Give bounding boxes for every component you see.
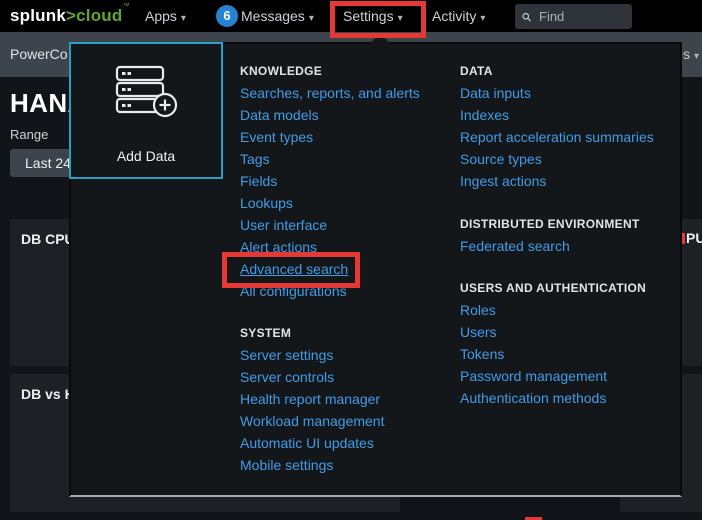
panel-title: PU L xyxy=(686,230,702,246)
apps-menu-label: Apps xyxy=(145,8,177,24)
menu-item-roles[interactable]: Roles xyxy=(460,299,682,321)
annotation-box-settings xyxy=(330,1,426,38)
menu-item-source-types[interactable]: Source types xyxy=(460,148,682,170)
chevron-down-icon: ▾ xyxy=(694,51,699,62)
find-search-box[interactable] xyxy=(515,4,632,29)
chevron-down-icon: ▾ xyxy=(309,13,314,24)
add-data-card[interactable]: Add Data xyxy=(69,42,223,179)
menu-item-password-management[interactable]: Password management xyxy=(460,365,682,387)
annotation-box-advanced-search xyxy=(222,252,360,288)
menu-item-fields[interactable]: Fields xyxy=(240,170,458,192)
settings-dropdown-menu: Add Data KNOWLEDGE Searches, reports, an… xyxy=(69,42,682,497)
menu-item-tokens[interactable]: Tokens xyxy=(460,343,682,365)
section-header-users-and-authentication: USERS AND AUTHENTICATION xyxy=(460,277,682,299)
menu-item-workload-management[interactable]: Workload management xyxy=(240,410,458,432)
messages-count-badge: 6 xyxy=(216,5,238,27)
logo-splunk-text: splunk xyxy=(10,6,66,25)
splunk-cloud-logo[interactable]: splunk>cloud™ xyxy=(10,0,130,32)
range-label: Range xyxy=(10,127,48,142)
menu-item-ingest-actions[interactable]: Ingest actions xyxy=(460,170,682,192)
menu-item-indexes[interactable]: Indexes xyxy=(460,104,682,126)
menu-item-tags[interactable]: Tags xyxy=(240,148,458,170)
menu-item-server-controls[interactable]: Server controls xyxy=(240,366,458,388)
section-header-knowledge: KNOWLEDGE xyxy=(240,60,458,82)
menu-item-automatic-ui-updates[interactable]: Automatic UI updates xyxy=(240,432,458,454)
chevron-down-icon: ▾ xyxy=(181,13,186,24)
activity-menu-label: Activity xyxy=(432,8,476,24)
menu-item-event-types[interactable]: Event types xyxy=(240,126,458,148)
menu-item-user-interface[interactable]: User interface xyxy=(240,214,458,236)
chevron-down-icon: ▾ xyxy=(480,13,485,24)
menu-item-searches-reports-alerts[interactable]: Searches, reports, and alerts xyxy=(240,82,458,104)
menu-item-authentication-methods[interactable]: Authentication methods xyxy=(460,387,682,409)
menu-item-federated-search[interactable]: Federated search xyxy=(460,235,682,257)
logo-trademark: ™ xyxy=(122,3,129,10)
logo-cloud-text: cloud xyxy=(76,6,122,25)
menu-item-mobile-settings[interactable]: Mobile settings xyxy=(240,454,458,476)
activity-menu[interactable]: Activity ▾ xyxy=(432,0,485,32)
find-search-input[interactable] xyxy=(537,8,625,25)
menu-item-server-settings[interactable]: Server settings xyxy=(240,344,458,366)
menu-item-users[interactable]: Users xyxy=(460,321,682,343)
messages-menu[interactable]: Messages ▾ xyxy=(241,0,314,32)
red-fragment xyxy=(682,233,685,244)
app-name-fragment[interactable]: PowerCo xyxy=(10,32,68,77)
menu-item-data-models[interactable]: Data models xyxy=(240,104,458,126)
menu-item-report-acceleration-summaries[interactable]: Report acceleration summaries xyxy=(460,126,682,148)
add-data-label: Add Data xyxy=(71,148,221,164)
menu-item-data-inputs[interactable]: Data inputs xyxy=(460,82,682,104)
add-data-icon xyxy=(113,65,179,119)
menu-item-lookups[interactable]: Lookups xyxy=(240,192,458,214)
messages-menu-label: Messages xyxy=(241,8,305,24)
menu-column-2: DATA Data inputs Indexes Report accelera… xyxy=(460,60,682,409)
section-header-distributed-environment: DISTRIBUTED ENVIRONMENT xyxy=(460,213,682,235)
apps-menu[interactable]: Apps ▾ xyxy=(145,0,186,32)
section-header-system: SYSTEM xyxy=(240,322,458,344)
menu-item-health-report-manager[interactable]: Health report manager xyxy=(240,388,458,410)
section-header-data: DATA xyxy=(460,60,682,82)
logo-chevron: > xyxy=(66,6,76,25)
search-icon xyxy=(522,11,531,23)
